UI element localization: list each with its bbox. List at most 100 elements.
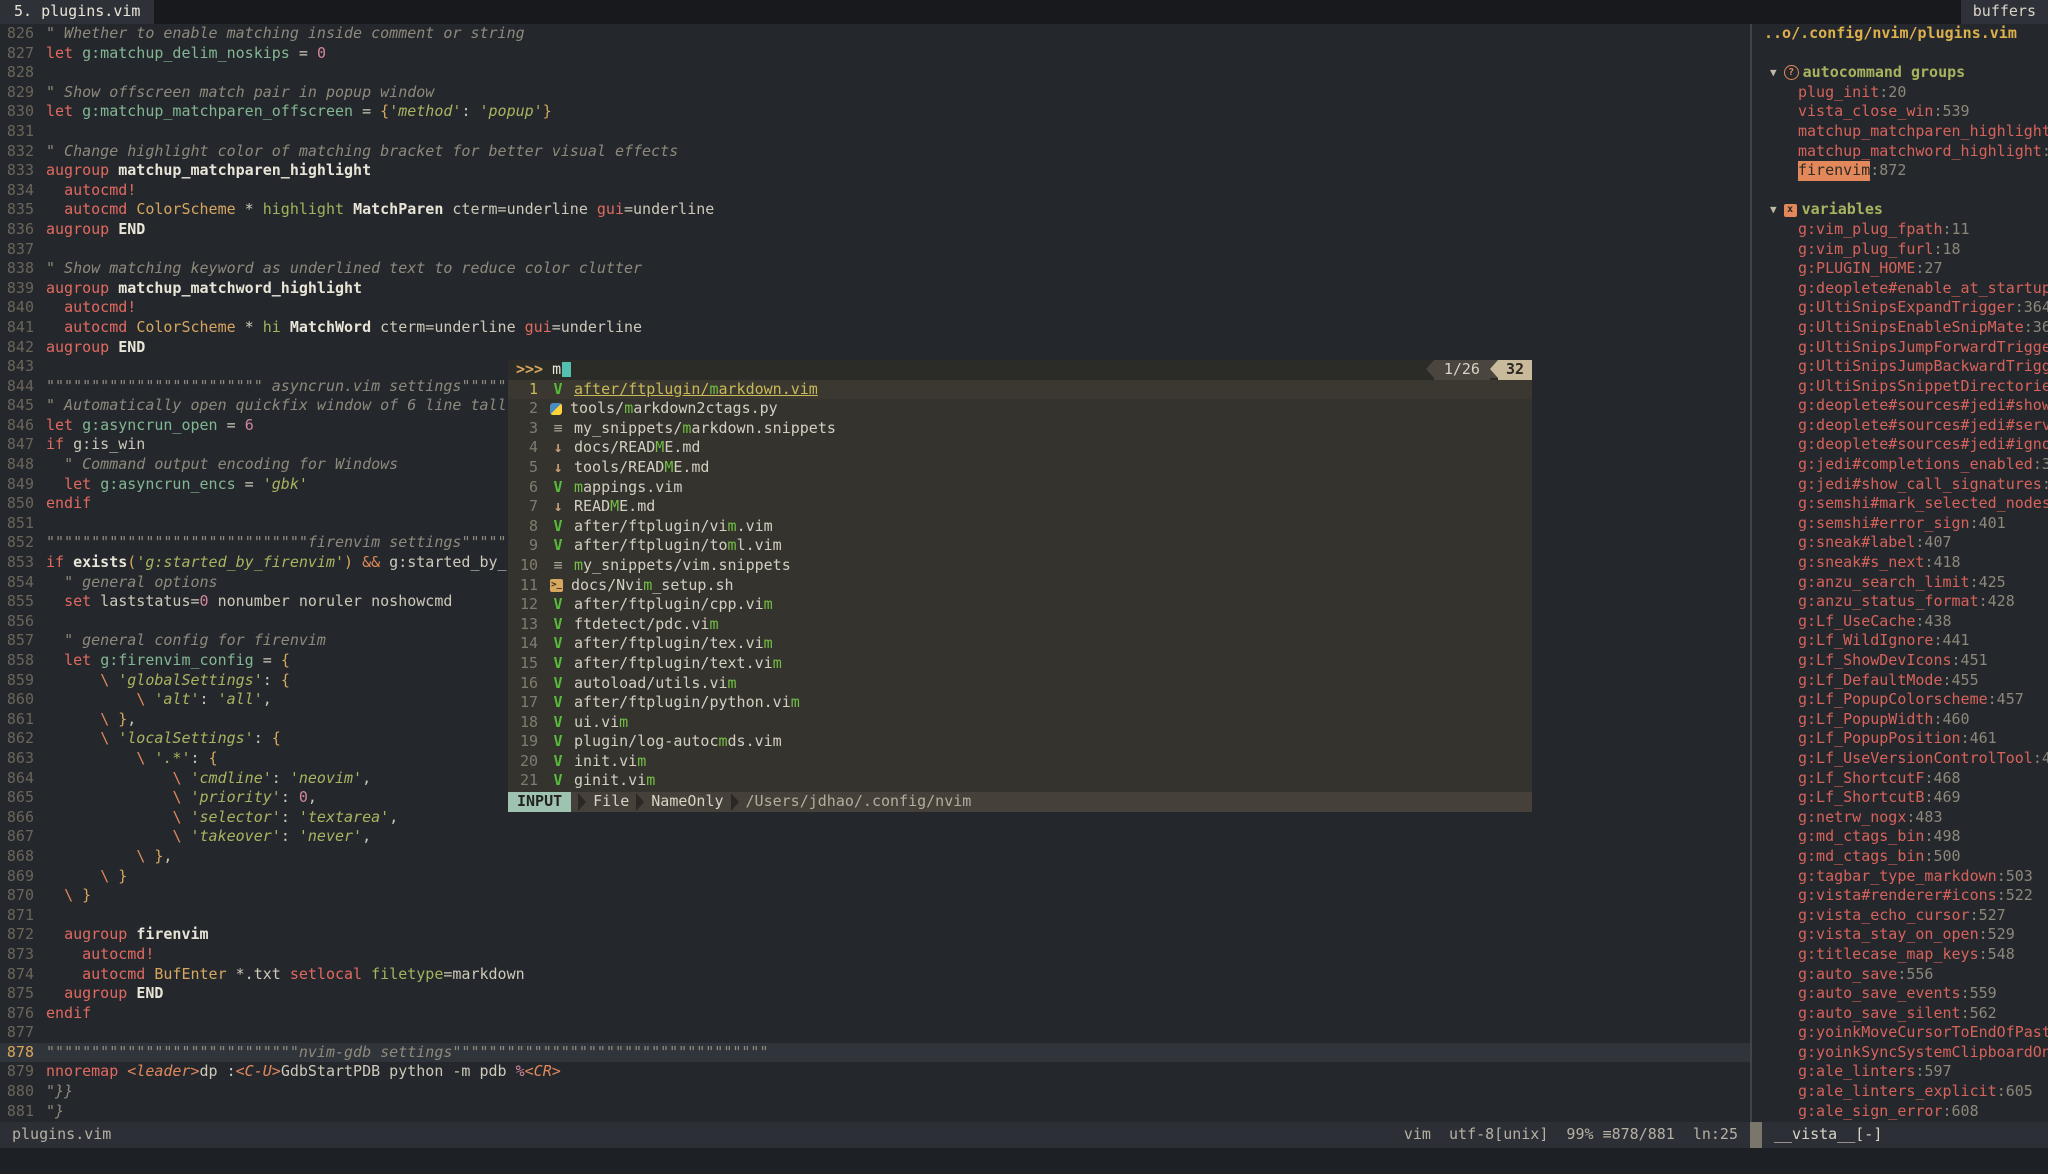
file-row[interactable]: 13Vftdetect/pdc.vim — [508, 615, 1532, 635]
file-row[interactable]: 4↓docs/README.md — [508, 438, 1532, 458]
vista-item[interactable]: g:semshi#mark_selected_nodes — [1764, 494, 2048, 514]
vista-item[interactable]: g:deoplete#enable_at_startup — [1764, 279, 2048, 299]
vista-item[interactable]: g:auto_save:556 — [1764, 965, 2048, 985]
vista-item[interactable]: vista_close_win:539 — [1764, 102, 2048, 122]
code-line[interactable]: 868 \ }, — [0, 847, 1750, 867]
vista-item[interactable]: g:Lf_ShortcutB:469 — [1764, 788, 2048, 808]
vista-item[interactable]: g:vista_stay_on_open:529 — [1764, 925, 2048, 945]
vista-item[interactable]: g:titlecase_map_keys:548 — [1764, 945, 2048, 965]
file-row[interactable]: 16Vautoload/utils.vim — [508, 674, 1532, 694]
code-line[interactable]: 836augroup END — [0, 220, 1750, 240]
vista-item[interactable]: g:vim_plug_fpath:11 — [1764, 220, 2048, 240]
code-line[interactable]: 830let g:matchup_matchparen_offscreen = … — [0, 102, 1750, 122]
code-line[interactable]: 840 autocmd! — [0, 298, 1750, 318]
vista-item[interactable]: g:vim_plug_furl:18 — [1764, 240, 2048, 260]
vista-item[interactable]: g:Lf_PopupWidth:460 — [1764, 710, 2048, 730]
vista-item[interactable]: g:PLUGIN_HOME:27 — [1764, 259, 2048, 279]
vista-item[interactable]: g:sneak#label:407 — [1764, 533, 2048, 553]
vista-item[interactable]: g:UltiSnipsEnableSnipMate:36 — [1764, 318, 2048, 338]
vista-item[interactable]: g:deoplete#sources#jedi#show — [1764, 396, 2048, 416]
file-row[interactable]: 6Vmappings.vim — [508, 478, 1532, 498]
code-line[interactable]: 867 \ 'takeover': 'never', — [0, 827, 1750, 847]
vista-item[interactable]: g:auto_save_events:559 — [1764, 984, 2048, 1004]
file-row[interactable]: 11>_docs/Nvim_setup.sh — [508, 576, 1532, 596]
vista-item[interactable]: g:semshi#error_sign:401 — [1764, 514, 2048, 534]
file-row[interactable]: 2tools/markdown2ctags.py — [508, 399, 1532, 419]
vista-item[interactable]: g:md_ctags_bin:498 — [1764, 827, 2048, 847]
code-line[interactable]: 869 \ } — [0, 867, 1750, 887]
buffers-label[interactable]: buffers — [1961, 0, 2048, 24]
vista-item[interactable]: g:ale_linters_explicit:605 — [1764, 1082, 2048, 1102]
code-line[interactable]: 828 — [0, 63, 1750, 83]
vista-item[interactable]: firenvim:872 — [1764, 161, 2048, 181]
vista-item[interactable]: g:vista#renderer#icons:522 — [1764, 886, 2048, 906]
code-line[interactable]: 880"}} — [0, 1082, 1750, 1102]
code-line[interactable]: 827let g:matchup_delim_noskips = 0 — [0, 44, 1750, 64]
tab-plugins-vim[interactable]: 5. plugins.vim — [0, 0, 154, 24]
file-row[interactable]: 7↓README.md — [508, 497, 1532, 517]
code-line[interactable]: 831 — [0, 122, 1750, 142]
vista-item[interactable]: g:Lf_UseCache:438 — [1764, 612, 2048, 632]
file-row[interactable]: 3≡my_snippets/markdown.snippets — [508, 419, 1532, 439]
file-row[interactable]: 10≡my_snippets/vim.snippets — [508, 556, 1532, 576]
code-line[interactable]: 879nnoremap <leader>dp :<C-U>GdbStartPDB… — [0, 1062, 1750, 1082]
code-line[interactable]: 839augroup matchup_matchword_highlight — [0, 279, 1750, 299]
file-row[interactable]: 12Vafter/ftplugin/cpp.vim — [508, 595, 1532, 615]
code-line[interactable]: 833augroup matchup_matchparen_highlight — [0, 161, 1750, 181]
code-line[interactable]: 837 — [0, 240, 1750, 260]
vista-item[interactable]: g:auto_save_silent:562 — [1764, 1004, 2048, 1024]
vista-item[interactable]: g:UltiSnipsSnippetDirectorie — [1764, 377, 2048, 397]
vista-item[interactable]: plug_init:20 — [1764, 83, 2048, 103]
vista-section-header[interactable]: ▼?autocommand groups — [1764, 63, 2048, 83]
vista-item[interactable]: g:Lf_ShowDevIcons:451 — [1764, 651, 2048, 671]
code-line[interactable]: 878""""""""""""""""""""""""""""nvim-gdb … — [0, 1043, 1750, 1063]
vista-item[interactable]: g:UltiSnipsJumpForwardTrigge — [1764, 338, 2048, 358]
vista-item[interactable]: g:sneak#s_next:418 — [1764, 553, 2048, 573]
leaderf-input-line[interactable]: >>> m 1/26 32 — [508, 360, 1532, 380]
vista-item[interactable]: g:UltiSnipsExpandTrigger:364 — [1764, 298, 2048, 318]
vista-item[interactable]: matchup_matchword_highlight: — [1764, 142, 2048, 162]
code-line[interactable]: 832" Change highlight color of matching … — [0, 142, 1750, 162]
vista-item[interactable]: g:ale_sign_error:608 — [1764, 1102, 2048, 1122]
file-row[interactable]: 17Vafter/ftplugin/python.vim — [508, 693, 1532, 713]
code-line[interactable]: 870 \ } — [0, 886, 1750, 906]
code-line[interactable]: 877 — [0, 1023, 1750, 1043]
vista-section-header[interactable]: ▼xvariables — [1764, 200, 2048, 220]
file-row[interactable]: 21Vginit.vim — [508, 771, 1532, 791]
vista-item[interactable]: g:netrw_nogx:483 — [1764, 808, 2048, 828]
vista-item[interactable]: g:anzu_search_limit:425 — [1764, 573, 2048, 593]
vista-item[interactable]: g:yoinkSyncSystemClipboardOn — [1764, 1043, 2048, 1063]
vista-item[interactable]: g:md_ctags_bin:500 — [1764, 847, 2048, 867]
vista-item[interactable]: g:Lf_UseVersionControlTool:4 — [1764, 749, 2048, 769]
vista-item[interactable]: g:jedi#show_call_signatures: — [1764, 475, 2048, 495]
search-input[interactable]: m — [543, 360, 561, 380]
code-line[interactable]: 842augroup END — [0, 338, 1750, 358]
vista-item[interactable]: g:vista_echo_cursor:527 — [1764, 906, 2048, 926]
code-line[interactable]: 881"} — [0, 1102, 1750, 1122]
file-row[interactable]: 19Vplugin/log-autocmds.vim — [508, 732, 1532, 752]
vista-item[interactable]: g:Lf_WildIgnore:441 — [1764, 631, 2048, 651]
command-line[interactable] — [0, 1148, 2048, 1174]
file-row[interactable]: 18Vui.vim — [508, 713, 1532, 733]
code-line[interactable]: 871 — [0, 906, 1750, 926]
code-line[interactable]: 873 autocmd! — [0, 945, 1750, 965]
vista-item[interactable]: g:deoplete#sources#jedi#serv — [1764, 416, 2048, 436]
file-row[interactable]: 5↓tools/README.md — [508, 458, 1532, 478]
vista-item[interactable]: g:Lf_DefaultMode:455 — [1764, 671, 2048, 691]
code-line[interactable]: 841 autocmd ColorScheme * hi MatchWord c… — [0, 318, 1750, 338]
vista-item[interactable]: g:Lf_PopupPosition:461 — [1764, 729, 2048, 749]
code-line[interactable]: 838" Show matching keyword as underlined… — [0, 259, 1750, 279]
file-row[interactable]: 8Vafter/ftplugin/vim.vim — [508, 517, 1532, 537]
vista-item[interactable]: g:deoplete#sources#jedi#igno — [1764, 435, 2048, 455]
vista-item[interactable]: g:tagbar_type_markdown:503 — [1764, 867, 2048, 887]
vista-item[interactable]: g:Lf_ShortcutF:468 — [1764, 769, 2048, 789]
vista-item[interactable]: matchup_matchparen_highlight — [1764, 122, 2048, 142]
code-line[interactable]: 826" Whether to enable matching inside c… — [0, 24, 1750, 44]
code-line[interactable]: 835 autocmd ColorScheme * highlight Matc… — [0, 200, 1750, 220]
vista-item[interactable]: g:anzu_status_format:428 — [1764, 592, 2048, 612]
file-row[interactable]: 1Vafter/ftplugin/markdown.vim — [508, 380, 1532, 400]
vista-item[interactable]: g:jedi#completions_enabled:3 — [1764, 455, 2048, 475]
code-line[interactable]: 872 augroup firenvim — [0, 925, 1750, 945]
code-line[interactable]: 876endif — [0, 1004, 1750, 1024]
code-line[interactable]: 834 autocmd! — [0, 181, 1750, 201]
